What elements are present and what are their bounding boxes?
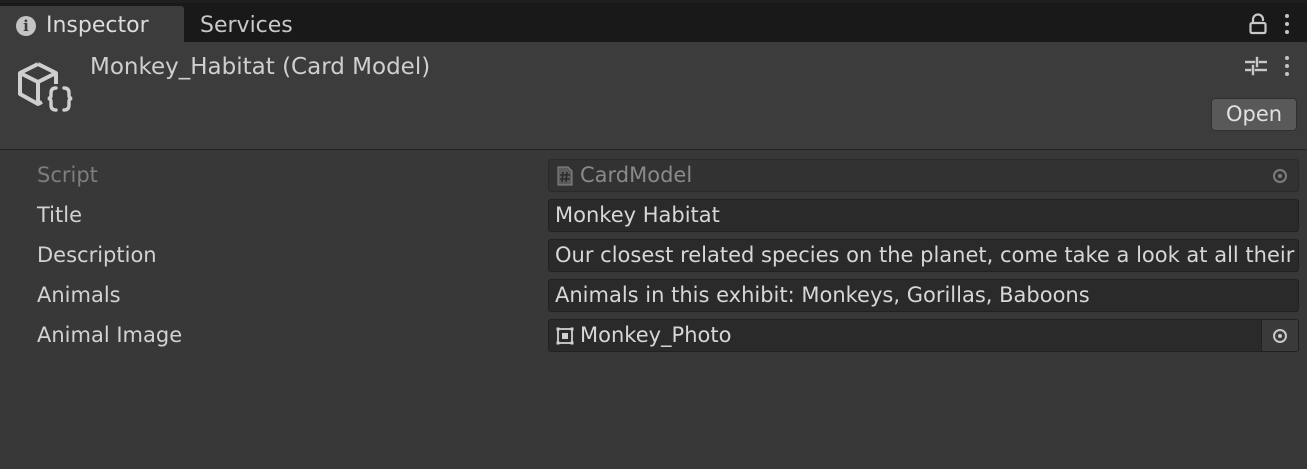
property-label-animal-image: Animal Image [37, 323, 183, 347]
property-label-script: Script [37, 163, 98, 187]
tab-inspector-label: Inspector [46, 13, 149, 38]
tab-menu-kebab-icon[interactable] [1285, 14, 1289, 34]
lock-icon[interactable] [1249, 13, 1267, 35]
tab-bar: i Inspector Services [0, 0, 1307, 45]
property-row-animal-image: Animal Image Monkey_Photo [0, 316, 1307, 356]
open-button[interactable]: Open [1211, 98, 1297, 131]
property-row-description: Description Our closest related species … [0, 236, 1307, 276]
script-object-picker-icon [1262, 160, 1298, 191]
asset-title: Monkey_Habitat (Card Model) [90, 54, 431, 80]
property-label-animals: Animals [37, 283, 121, 307]
property-row-script: Script CardModel [0, 156, 1307, 196]
property-list: Script CardModel Title Monkey Habitat De… [0, 156, 1307, 356]
description-text-value: Our closest related species on the plane… [555, 243, 1299, 267]
sliders-icon[interactable] [1245, 56, 1267, 76]
tab-services[interactable]: Services [200, 6, 293, 45]
script-object-field: CardModel [548, 159, 1299, 192]
script-object-value: CardModel [580, 163, 693, 187]
tab-services-label: Services [200, 13, 293, 38]
title-text-value: Monkey Habitat [555, 203, 720, 227]
property-row-animals: Animals Animals in this exhibit: Monkeys… [0, 276, 1307, 316]
animals-text-field[interactable]: Animals in this exhibit: Monkeys, Gorill… [548, 279, 1299, 312]
tab-actions [1249, 9, 1289, 39]
tab-inspector[interactable]: i Inspector [0, 6, 184, 45]
inspector-header: Monkey_Habitat (Card Model) Open [0, 42, 1307, 150]
header-actions [1245, 56, 1289, 76]
script-hash-icon [557, 166, 573, 186]
scriptable-object-icon [18, 62, 73, 112]
animal-image-picker-icon[interactable] [1261, 320, 1298, 351]
info-icon: i [16, 15, 36, 36]
title-text-field[interactable]: Monkey Habitat [548, 199, 1299, 232]
animal-image-object-value: Monkey_Photo [580, 323, 732, 347]
description-text-field[interactable]: Our closest related species on the plane… [548, 239, 1299, 272]
property-label-description: Description [37, 243, 157, 267]
animal-image-object-field[interactable]: Monkey_Photo [548, 319, 1299, 352]
animals-text-value: Animals in this exhibit: Monkeys, Gorill… [555, 283, 1090, 307]
inspector-window: i Inspector Services Monkey_Habitat (Car… [0, 0, 1307, 469]
property-label-title: Title [37, 203, 83, 227]
header-menu-kebab-icon[interactable] [1285, 56, 1289, 76]
sprite-icon [556, 327, 574, 345]
property-row-title: Title Monkey Habitat [0, 196, 1307, 236]
